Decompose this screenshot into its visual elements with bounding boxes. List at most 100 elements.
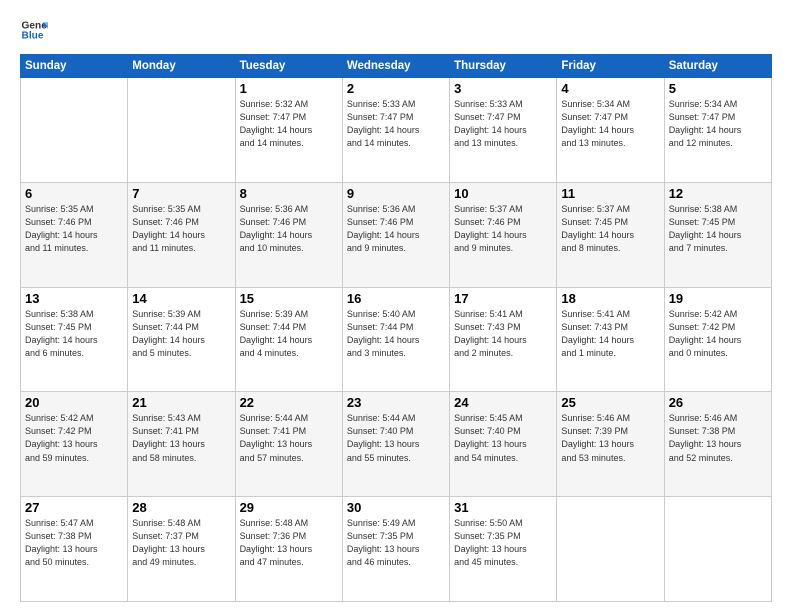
day-number: 10 <box>454 186 552 201</box>
day-number: 24 <box>454 395 552 410</box>
day-info: Sunrise: 5:39 AM Sunset: 7:44 PM Dayligh… <box>132 308 230 360</box>
day-cell <box>21 78 128 183</box>
day-number: 27 <box>25 500 123 515</box>
day-info: Sunrise: 5:35 AM Sunset: 7:46 PM Dayligh… <box>132 203 230 255</box>
weekday-sunday: Sunday <box>21 55 128 78</box>
day-cell: 6 Sunrise: 5:35 AM Sunset: 7:46 PM Daylig… <box>21 182 128 287</box>
day-cell <box>664 497 771 602</box>
week-row-1: 1 Sunrise: 5:32 AM Sunset: 7:47 PM Daylig… <box>21 78 772 183</box>
day-number: 30 <box>347 500 445 515</box>
day-info: Sunrise: 5:33 AM Sunset: 7:47 PM Dayligh… <box>454 98 552 150</box>
week-row-2: 6 Sunrise: 5:35 AM Sunset: 7:46 PM Daylig… <box>21 182 772 287</box>
weekday-thursday: Thursday <box>450 55 557 78</box>
day-cell: 31 Sunrise: 5:50 AM Sunset: 7:35 PM Dayli… <box>450 497 557 602</box>
day-cell: 13 Sunrise: 5:38 AM Sunset: 7:45 PM Dayli… <box>21 287 128 392</box>
svg-text:Blue: Blue <box>22 31 44 42</box>
day-number: 14 <box>132 291 230 306</box>
day-number: 21 <box>132 395 230 410</box>
weekday-tuesday: Tuesday <box>235 55 342 78</box>
day-number: 2 <box>347 81 445 96</box>
day-number: 3 <box>454 81 552 96</box>
weekday-wednesday: Wednesday <box>342 55 449 78</box>
day-info: Sunrise: 5:44 AM Sunset: 7:41 PM Dayligh… <box>240 412 338 464</box>
day-info: Sunrise: 5:39 AM Sunset: 7:44 PM Dayligh… <box>240 308 338 360</box>
day-cell: 26Sunrise: 5:46 AM Sunset: 7:38 PM Dayli… <box>664 392 771 497</box>
day-info: Sunrise: 5:33 AM Sunset: 7:47 PM Dayligh… <box>347 98 445 150</box>
day-cell: 15Sunrise: 5:39 AM Sunset: 7:44 PM Dayli… <box>235 287 342 392</box>
weekday-saturday: Saturday <box>664 55 771 78</box>
day-number: 5 <box>669 81 767 96</box>
day-number: 8 <box>240 186 338 201</box>
day-info: Sunrise: 5:34 AM Sunset: 7:47 PM Dayligh… <box>561 98 659 150</box>
day-number: 6 <box>25 186 123 201</box>
day-cell: 9Sunrise: 5:36 AM Sunset: 7:46 PM Daylig… <box>342 182 449 287</box>
day-cell: 4Sunrise: 5:34 AM Sunset: 7:47 PM Daylig… <box>557 78 664 183</box>
day-cell: 1 Sunrise: 5:32 AM Sunset: 7:47 PM Daylig… <box>235 78 342 183</box>
day-info: Sunrise: 5:34 AM Sunset: 7:47 PM Dayligh… <box>669 98 767 150</box>
day-number: 22 <box>240 395 338 410</box>
day-cell: 21 Sunrise: 5:43 AM Sunset: 7:41 PM Dayli… <box>128 392 235 497</box>
day-info: Sunrise: 5:48 AM Sunset: 7:37 PM Dayligh… <box>132 517 230 569</box>
day-info: Sunrise: 5:50 AM Sunset: 7:35 PM Dayligh… <box>454 517 552 569</box>
day-info: Sunrise: 5:49 AM Sunset: 7:35 PM Dayligh… <box>347 517 445 569</box>
weekday-header-row: SundayMondayTuesdayWednesdayThursdayFrid… <box>21 55 772 78</box>
day-number: 25 <box>561 395 659 410</box>
day-number: 28 <box>132 500 230 515</box>
day-info: Sunrise: 5:42 AM Sunset: 7:42 PM Dayligh… <box>25 412 123 464</box>
day-cell: 20 Sunrise: 5:42 AM Sunset: 7:42 PM Dayli… <box>21 392 128 497</box>
day-cell: 14 Sunrise: 5:39 AM Sunset: 7:44 PM Dayli… <box>128 287 235 392</box>
day-cell: 10 Sunrise: 5:37 AM Sunset: 7:46 PM Dayli… <box>450 182 557 287</box>
logo-icon: General Blue <box>20 16 48 44</box>
day-number: 13 <box>25 291 123 306</box>
day-cell: 30 Sunrise: 5:49 AM Sunset: 7:35 PM Dayli… <box>342 497 449 602</box>
day-number: 23 <box>347 395 445 410</box>
day-info: Sunrise: 5:38 AM Sunset: 7:45 PM Dayligh… <box>25 308 123 360</box>
day-number: 1 <box>240 81 338 96</box>
day-info: Sunrise: 5:41 AM Sunset: 7:43 PM Dayligh… <box>561 308 659 360</box>
day-info: Sunrise: 5:38 AM Sunset: 7:45 PM Dayligh… <box>669 203 767 255</box>
day-number: 20 <box>25 395 123 410</box>
day-info: Sunrise: 5:44 AM Sunset: 7:40 PM Dayligh… <box>347 412 445 464</box>
day-info: Sunrise: 5:46 AM Sunset: 7:39 PM Dayligh… <box>561 412 659 464</box>
day-cell: 18 Sunrise: 5:41 AM Sunset: 7:43 PM Dayli… <box>557 287 664 392</box>
day-info: Sunrise: 5:47 AM Sunset: 7:38 PM Dayligh… <box>25 517 123 569</box>
day-cell: 22 Sunrise: 5:44 AM Sunset: 7:41 PM Dayli… <box>235 392 342 497</box>
day-number: 12 <box>669 186 767 201</box>
day-cell: 8 Sunrise: 5:36 AM Sunset: 7:46 PM Daylig… <box>235 182 342 287</box>
day-info: Sunrise: 5:37 AM Sunset: 7:46 PM Dayligh… <box>454 203 552 255</box>
day-cell: 2 Sunrise: 5:33 AM Sunset: 7:47 PM Daylig… <box>342 78 449 183</box>
day-cell: 23 Sunrise: 5:44 AM Sunset: 7:40 PM Dayli… <box>342 392 449 497</box>
day-number: 11 <box>561 186 659 201</box>
day-number: 26 <box>669 395 767 410</box>
day-number: 16 <box>347 291 445 306</box>
day-cell: 27 Sunrise: 5:47 AM Sunset: 7:38 PM Dayli… <box>21 497 128 602</box>
day-number: 29 <box>240 500 338 515</box>
day-info: Sunrise: 5:43 AM Sunset: 7:41 PM Dayligh… <box>132 412 230 464</box>
day-number: 31 <box>454 500 552 515</box>
day-cell: 12 Sunrise: 5:38 AM Sunset: 7:45 PM Dayli… <box>664 182 771 287</box>
day-cell: 24 Sunrise: 5:45 AM Sunset: 7:40 PM Dayli… <box>450 392 557 497</box>
day-number: 17 <box>454 291 552 306</box>
day-number: 19 <box>669 291 767 306</box>
week-row-5: 27 Sunrise: 5:47 AM Sunset: 7:38 PM Dayli… <box>21 497 772 602</box>
day-cell: 19 Sunrise: 5:42 AM Sunset: 7:42 PM Dayli… <box>664 287 771 392</box>
day-cell: 29 Sunrise: 5:48 AM Sunset: 7:36 PM Dayli… <box>235 497 342 602</box>
day-info: Sunrise: 5:36 AM Sunset: 7:46 PM Dayligh… <box>240 203 338 255</box>
day-cell <box>128 78 235 183</box>
day-info: Sunrise: 5:42 AM Sunset: 7:42 PM Dayligh… <box>669 308 767 360</box>
day-cell: 28 Sunrise: 5:48 AM Sunset: 7:37 PM Dayli… <box>128 497 235 602</box>
day-info: Sunrise: 5:48 AM Sunset: 7:36 PM Dayligh… <box>240 517 338 569</box>
day-cell: 16Sunrise: 5:40 AM Sunset: 7:44 PM Dayli… <box>342 287 449 392</box>
day-number: 18 <box>561 291 659 306</box>
day-cell: 25 Sunrise: 5:46 AM Sunset: 7:39 PM Dayli… <box>557 392 664 497</box>
day-info: Sunrise: 5:35 AM Sunset: 7:46 PM Dayligh… <box>25 203 123 255</box>
weekday-monday: Monday <box>128 55 235 78</box>
day-info: Sunrise: 5:45 AM Sunset: 7:40 PM Dayligh… <box>454 412 552 464</box>
header: General Blue <box>20 16 772 44</box>
day-cell: 5 Sunrise: 5:34 AM Sunset: 7:47 PM Daylig… <box>664 78 771 183</box>
day-cell: 17 Sunrise: 5:41 AM Sunset: 7:43 PM Dayli… <box>450 287 557 392</box>
day-info: Sunrise: 5:36 AM Sunset: 7:46 PM Dayligh… <box>347 203 445 255</box>
day-info: Sunrise: 5:41 AM Sunset: 7:43 PM Dayligh… <box>454 308 552 360</box>
week-row-4: 20 Sunrise: 5:42 AM Sunset: 7:42 PM Dayli… <box>21 392 772 497</box>
day-info: Sunrise: 5:32 AM Sunset: 7:47 PM Dayligh… <box>240 98 338 150</box>
